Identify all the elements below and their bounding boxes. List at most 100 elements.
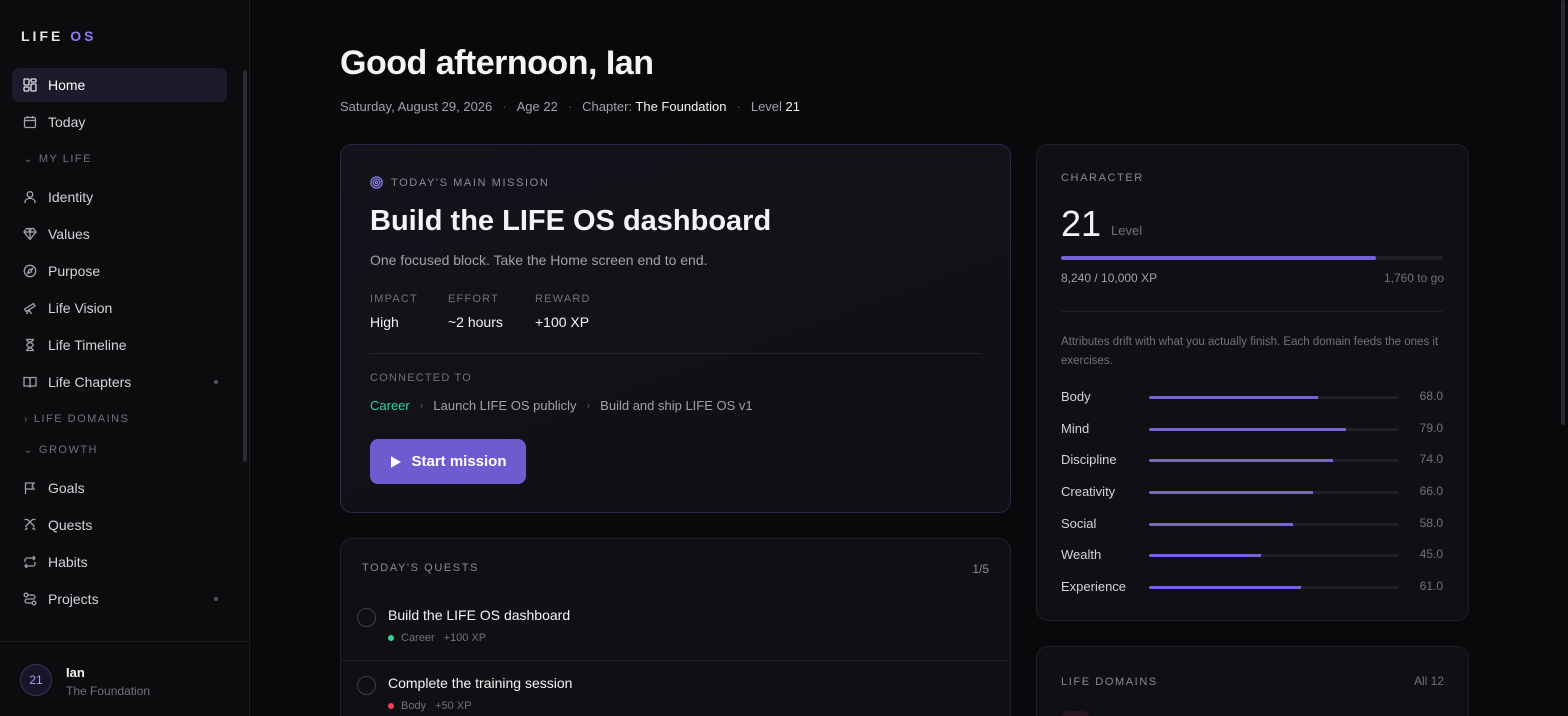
book-icon bbox=[23, 375, 37, 389]
mission-label-text: TODAY'S MAIN MISSION bbox=[391, 176, 550, 189]
character-label: CHARACTER bbox=[1061, 172, 1144, 184]
attribute-value: 79.0 bbox=[1419, 420, 1443, 435]
attribute-bar-fill bbox=[1149, 396, 1319, 399]
character-level: 21 bbox=[1061, 203, 1102, 244]
sidebar-item-quests[interactable]: Quests bbox=[12, 508, 227, 542]
attribute-value: 45.0 bbox=[1419, 547, 1443, 562]
quest-meta: Body +50 XP bbox=[388, 700, 471, 712]
avatar: 21 bbox=[20, 664, 52, 696]
xp-to-go: 1,760 to go bbox=[1383, 271, 1444, 285]
sidebar-item-life-chapters[interactable]: Life Chapters bbox=[12, 365, 227, 399]
repeat-icon bbox=[23, 555, 37, 569]
attribute-name: Wealth bbox=[1061, 547, 1102, 563]
quest-checkbox[interactable] bbox=[357, 676, 376, 695]
start-mission-button[interactable]: Start mission bbox=[370, 439, 526, 484]
domain-dot bbox=[388, 703, 394, 709]
indicator-dot bbox=[214, 380, 218, 384]
attribute-row: Social 58.0 bbox=[1061, 516, 1443, 548]
attribute-value: 74.0 bbox=[1419, 452, 1443, 467]
attribute-bar bbox=[1149, 522, 1398, 526]
start-mission-label: Start mission bbox=[411, 453, 507, 470]
meta-level-label: Level bbox=[750, 99, 782, 114]
attribute-value: 61.0 bbox=[1419, 579, 1443, 594]
stat-label: EFFORT bbox=[448, 293, 499, 305]
sidebar-item-life-timeline[interactable]: Life Timeline bbox=[12, 328, 227, 362]
meta-level-value: 21 bbox=[785, 99, 801, 114]
user-profile[interactable]: 21 Ian The Foundation bbox=[0, 641, 249, 716]
domain-dot bbox=[388, 635, 394, 641]
user-chapter: The Foundation bbox=[66, 684, 151, 698]
attribute-value: 68.0 bbox=[1419, 389, 1443, 403]
project-icon bbox=[23, 592, 37, 606]
attribute-bar-fill bbox=[1149, 522, 1294, 526]
sidebar-item-goals[interactable]: Goals bbox=[12, 471, 227, 505]
attribute-bar-fill bbox=[1149, 459, 1334, 463]
quest-checkbox[interactable] bbox=[357, 608, 376, 627]
page-title: Good afternoon, Ian bbox=[340, 44, 654, 82]
attribute-bar bbox=[1149, 459, 1398, 463]
stat-value: ~2 hours bbox=[448, 314, 503, 330]
indicator-dot bbox=[214, 597, 218, 601]
breadcrumb: Career › Launch LIFE OS publicly › Build… bbox=[370, 398, 753, 413]
sidebar-item-label: Today bbox=[48, 114, 86, 130]
sidebar-item-today[interactable]: Today bbox=[12, 105, 227, 139]
attribute-row: Discipline 74.0 bbox=[1061, 452, 1443, 484]
page-meta: Saturday, August 29, 2026 · Age 22 · Chapter… bbox=[340, 99, 800, 114]
sidebar-item-label: Identity bbox=[48, 189, 94, 205]
quest-domain: Career bbox=[401, 632, 435, 644]
domain-icon-tile[interactable] bbox=[1061, 711, 1089, 716]
chevron-down-icon: ⌄ bbox=[24, 153, 34, 165]
main-scrollbar[interactable] bbox=[1561, 0, 1565, 425]
dashboard-icon bbox=[23, 78, 37, 92]
sidebar: LIFE OS Home Today ⌄ MY LIFE Identity Val… bbox=[0, 0, 250, 716]
attribute-bar bbox=[1149, 427, 1398, 431]
attribute-name: Discipline bbox=[1061, 452, 1117, 468]
compass-icon bbox=[23, 264, 37, 278]
quest-xp: +100 XP bbox=[443, 632, 487, 644]
attribute-bar-fill bbox=[1149, 586, 1301, 590]
sidebar-item-label: Purpose bbox=[48, 263, 101, 279]
connected-label: CONNECTED TO bbox=[370, 372, 473, 384]
chevron-down-icon: ⌄ bbox=[24, 444, 34, 456]
attribute-list: Body 68.0 Mind 79.0 Discipline 74.0 Creativ… bbox=[1061, 389, 1443, 611]
stat-label: IMPACT bbox=[370, 293, 418, 305]
divider bbox=[1061, 311, 1443, 312]
section-growth[interactable]: ⌄ GROWTH bbox=[12, 440, 227, 460]
quest-meta: Career +100 XP bbox=[388, 632, 486, 644]
attribute-row: Wealth 45.0 bbox=[1061, 547, 1443, 579]
sidebar-item-purpose[interactable]: Purpose bbox=[12, 254, 227, 288]
sidebar-item-values[interactable]: Values bbox=[12, 217, 227, 251]
quest-row[interactable]: Complete the training session Body +50 X… bbox=[341, 661, 1010, 716]
sidebar-scrollbar[interactable] bbox=[243, 70, 247, 462]
breadcrumb-project[interactable]: Build and ship LIFE OS v1 bbox=[600, 398, 752, 413]
attribute-value: 66.0 bbox=[1419, 484, 1443, 499]
todays-quests-card: TODAY'S QUESTS 1/5 Build the LIFE OS das… bbox=[340, 538, 1011, 716]
calendar-icon bbox=[23, 115, 37, 129]
attribute-name: Body bbox=[1061, 389, 1091, 404]
breadcrumb-domain[interactable]: Career bbox=[370, 398, 410, 413]
sidebar-item-habits[interactable]: Habits bbox=[12, 545, 227, 579]
quest-row[interactable]: Build the LIFE OS dashboard Career +100 … bbox=[341, 593, 1010, 661]
sidebar-item-identity[interactable]: Identity bbox=[12, 180, 227, 214]
breadcrumb-goal[interactable]: Launch LIFE OS publicly bbox=[433, 398, 576, 413]
domains-view-all-link[interactable]: All 12 bbox=[1414, 674, 1444, 688]
hourglass-icon bbox=[23, 338, 37, 352]
quests-label: TODAY'S QUESTS bbox=[362, 562, 480, 574]
attribute-row: Creativity 66.0 bbox=[1061, 484, 1443, 516]
attribute-bar-fill bbox=[1149, 427, 1346, 431]
sidebar-item-projects[interactable]: Projects bbox=[12, 582, 227, 616]
mission-effort: EFFORT ~2 hours bbox=[448, 293, 503, 330]
sidebar-item-life-vision[interactable]: Life Vision bbox=[12, 291, 227, 325]
meta-separator: · bbox=[502, 99, 507, 114]
user-name: Ian bbox=[66, 665, 85, 680]
quest-title: Build the LIFE OS dashboard bbox=[388, 607, 571, 623]
attribute-bar-fill bbox=[1149, 554, 1262, 558]
sidebar-item-home[interactable]: Home bbox=[12, 68, 227, 102]
section-my-life[interactable]: ⌄ MY LIFE bbox=[12, 149, 227, 169]
chevron-right-icon: › bbox=[24, 413, 29, 425]
section-life-domains[interactable]: › LIFE DOMAINS bbox=[12, 409, 227, 429]
character-level-label: Level bbox=[1111, 223, 1143, 238]
attribute-bar bbox=[1149, 396, 1398, 399]
app-logo[interactable]: LIFE OS bbox=[21, 28, 96, 44]
character-card: CHARACTER 21 Level 8,240 / 10,000 XP 1,7… bbox=[1036, 144, 1469, 621]
